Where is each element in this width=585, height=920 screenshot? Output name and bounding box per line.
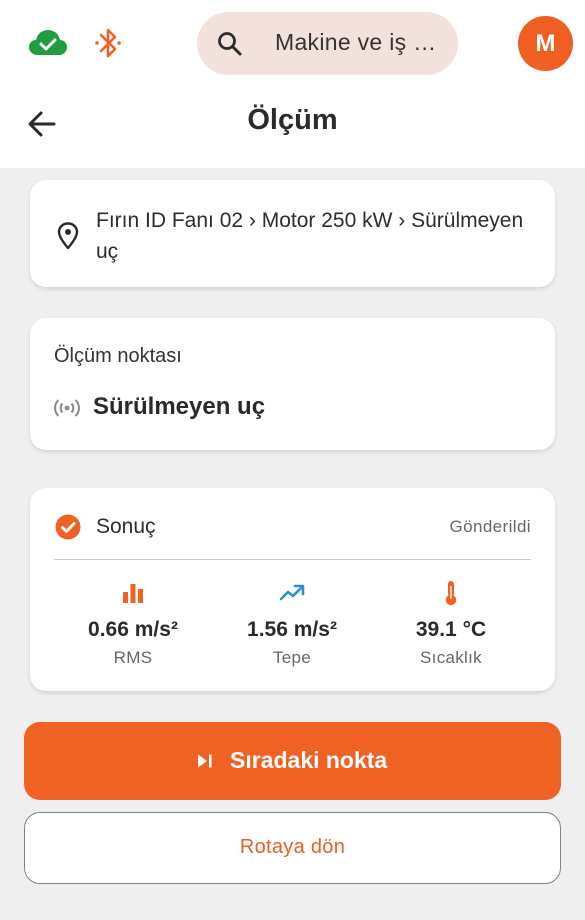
next-point-label: Sıradaki nokta (230, 747, 388, 773)
bluetooth-icon[interactable] (93, 26, 123, 60)
metric-value: 0.66 m/s² (88, 618, 178, 641)
metric-temperature: 39.1 °C Sıcaklık (371, 580, 531, 668)
location-path: Fırın ID Fanı 02 › Motor 250 kW › Sürülm… (96, 209, 524, 263)
status-row: Makine ve iş … M (0, 0, 585, 88)
metric-label: RMS (113, 648, 153, 667)
cloud-sync-ok-icon[interactable] (28, 27, 68, 59)
divider (54, 559, 531, 560)
back-to-route-label: Rotaya dön (239, 836, 346, 858)
back-to-route-button[interactable]: Rotaya dön (24, 812, 561, 884)
location-card: Fırın ID Fanı 02 › Motor 250 kW › Sürülm… (30, 180, 555, 287)
search-bar[interactable]: Makine ve iş … (197, 12, 458, 75)
app-header: Makine ve iş … M Ölçüm (0, 0, 585, 168)
metric-rms: 0.66 m/s² RMS (53, 580, 213, 668)
search-input[interactable]: Makine ve iş … (275, 29, 445, 59)
measurement-point-value: Sürülmeyen uç (93, 393, 266, 420)
result-title: Sonuç (96, 515, 156, 538)
thermometer-icon (445, 581, 457, 606)
measurement-point-card: Ölçüm noktası Sürülmeyen uç (30, 318, 555, 450)
skip-next-icon (198, 754, 212, 768)
metric-value: 39.1 °C (415, 618, 487, 641)
next-point-button[interactable]: Sıradaki nokta (24, 722, 561, 800)
metric-label: Sıcaklık (420, 648, 482, 667)
result-card: Sonuç Gönderildi 0.66 m/s² RMS 1.56 m/s²… (30, 488, 555, 691)
bar-chart-icon (123, 584, 143, 603)
metric-value: 1.56 m/s² (247, 618, 337, 641)
measurement-point-label: Ölçüm noktası (54, 345, 182, 367)
metric-label: Tepe (272, 648, 312, 667)
page-title: Ölçüm (247, 104, 338, 136)
search-icon (218, 32, 242, 56)
check-circle-icon (55, 514, 81, 540)
sensor-signal-icon (54, 399, 80, 417)
trending-up-icon (279, 584, 305, 601)
status-badge: Gönderildi (449, 517, 531, 536)
metric-peak: 1.56 m/s² Tepe (212, 580, 372, 668)
avatar[interactable]: M (518, 16, 573, 71)
location-pin-icon (57, 222, 79, 250)
